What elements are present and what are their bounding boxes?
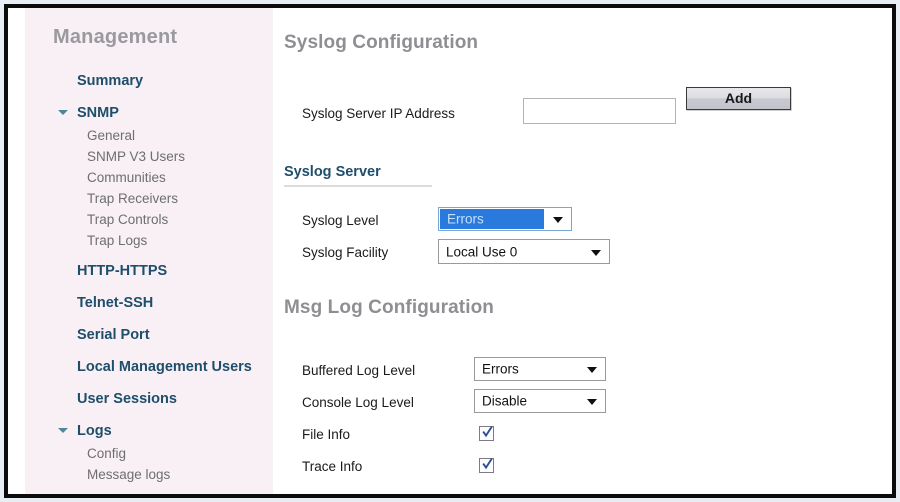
- console-log-level-value: Disable: [482, 393, 528, 409]
- sidebar-subitem-communities[interactable]: Communities: [25, 167, 272, 188]
- sidebar-subitem-label: Message logs: [87, 467, 171, 482]
- console-log-level-select[interactable]: Disable: [474, 389, 606, 413]
- syslog-facility-select[interactable]: Local Use 0: [438, 239, 610, 264]
- page-title-msg-log-configuration: Msg Log Configuration: [284, 297, 495, 318]
- sidebar-item-label: Local Management Users: [77, 359, 252, 375]
- syslog-level-value: Errors: [447, 211, 484, 227]
- label-syslog-facility: Syslog Facility: [302, 245, 389, 260]
- sidebar-subitem-snmp-v3-users[interactable]: SNMP V3 Users: [25, 146, 272, 167]
- sidebar: Management Summary SNMP General SNMP V3 …: [25, 8, 272, 494]
- sidebar-item-label: SNMP: [77, 105, 119, 121]
- add-button[interactable]: Add: [686, 87, 791, 110]
- content-area: Syslog Configuration Syslog Server IP Ad…: [273, 8, 892, 494]
- section-title-syslog-server: Syslog Server: [284, 164, 381, 180]
- sidebar-subitem-label: Communities: [87, 170, 166, 185]
- sidebar-item-http-https[interactable]: HTTP-HTTPS: [25, 260, 272, 283]
- sidebar-item-label: HTTP-HTTPS: [77, 263, 168, 279]
- trace-info-checkbox[interactable]: [479, 458, 494, 473]
- sidebar-nav: Summary SNMP General SNMP V3 Users Commu…: [25, 70, 272, 485]
- sidebar-subitem-label: Trap Logs: [87, 233, 148, 248]
- section-divider-syslog-server: [284, 185, 432, 187]
- sidebar-subitem-trap-controls[interactable]: Trap Controls: [25, 209, 272, 230]
- chevron-down-icon: [553, 217, 563, 223]
- sidebar-item-label: Logs: [77, 423, 112, 439]
- sidebar-subitem-message-logs[interactable]: Message logs: [25, 464, 272, 485]
- sidebar-subitem-label: SNMP V3 Users: [87, 149, 186, 164]
- label-trace-info: Trace Info: [302, 459, 363, 474]
- checkmark-icon: [482, 458, 493, 470]
- chevron-down-icon: [587, 399, 597, 405]
- screenshot-frame: Management Summary SNMP General SNMP V3 …: [0, 0, 900, 502]
- sidebar-subitem-trap-receivers[interactable]: Trap Receivers: [25, 188, 272, 209]
- page-title-syslog-configuration: Syslog Configuration: [284, 32, 479, 53]
- sidebar-item-logs[interactable]: Logs: [25, 420, 272, 443]
- sidebar-item-label: Telnet-SSH: [77, 295, 154, 311]
- checkmark-icon: [482, 426, 493, 438]
- sidebar-item-telnet-ssh[interactable]: Telnet-SSH: [25, 292, 272, 315]
- sidebar-item-label: Serial Port: [77, 327, 150, 343]
- screenshot-frame-inner: Management Summary SNMP General SNMP V3 …: [4, 4, 896, 498]
- sidebar-subitem-config[interactable]: Config: [25, 443, 272, 464]
- sidebar-title: Management: [53, 26, 178, 48]
- syslog-server-ip-input[interactable]: [523, 98, 676, 124]
- label-console-log-level: Console Log Level: [302, 395, 414, 410]
- sidebar-item-label: Summary: [77, 73, 144, 89]
- sidebar-subitem-trap-logs[interactable]: Trap Logs: [25, 230, 272, 251]
- label-file-info: File Info: [302, 427, 351, 442]
- chevron-down-icon: [591, 249, 601, 256]
- sidebar-item-serial-port[interactable]: Serial Port: [25, 324, 272, 347]
- sidebar-item-summary[interactable]: Summary: [25, 70, 272, 93]
- file-info-checkbox[interactable]: [479, 426, 494, 441]
- triangle-down-icon: [58, 110, 68, 115]
- sidebar-subitem-label: Trap Controls: [87, 212, 169, 227]
- sidebar-item-user-sessions[interactable]: User Sessions: [25, 388, 272, 411]
- buffered-log-level-value: Errors: [482, 361, 519, 377]
- triangle-down-icon: [58, 428, 68, 433]
- sidebar-subitem-label: Trap Receivers: [87, 191, 179, 206]
- label-buffered-log-level: Buffered Log Level: [302, 363, 416, 378]
- buffered-log-level-select[interactable]: Errors: [474, 357, 606, 381]
- sidebar-subitem-label: Config: [87, 446, 127, 461]
- syslog-facility-value: Local Use 0: [446, 244, 518, 259]
- sidebar-subitem-label: General: [87, 128, 136, 143]
- label-syslog-server-ip-address: Syslog Server IP Address: [302, 106, 455, 121]
- sidebar-item-label: User Sessions: [77, 391, 177, 407]
- sidebar-item-local-management-users[interactable]: Local Management Users: [25, 356, 272, 379]
- label-syslog-level: Syslog Level: [302, 213, 379, 228]
- sidebar-item-snmp[interactable]: SNMP: [25, 102, 272, 125]
- sidebar-subitem-general[interactable]: General: [25, 125, 272, 146]
- management-page: Management Summary SNMP General SNMP V3 …: [8, 8, 892, 494]
- syslog-level-select[interactable]: Errors: [438, 207, 572, 231]
- chevron-down-icon: [587, 367, 597, 373]
